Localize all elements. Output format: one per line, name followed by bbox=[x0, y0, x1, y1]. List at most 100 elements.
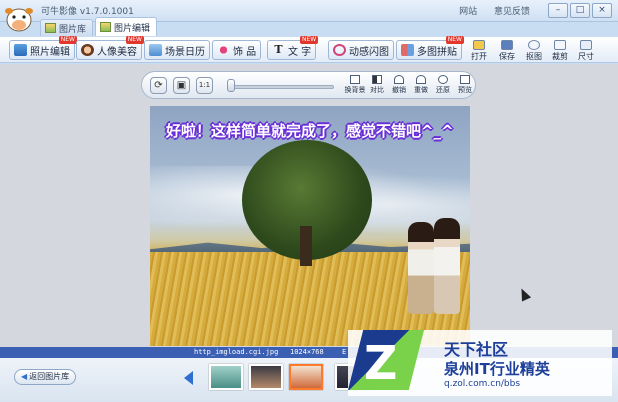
flash-animation-label: 动感闪图 bbox=[349, 46, 389, 58]
accessories-button[interactable]: 饰 品 bbox=[212, 40, 262, 60]
new-badge: NEW bbox=[445, 36, 464, 44]
back-to-library-label: 返回图片库 bbox=[29, 372, 70, 381]
new-badge: NEW bbox=[299, 36, 319, 44]
portrait-beauty-label: 人像美容 bbox=[97, 46, 137, 58]
feedback-link[interactable]: 意见反馈 bbox=[494, 7, 530, 17]
maximize-button[interactable]: □ bbox=[570, 3, 590, 18]
zoom-slider[interactable] bbox=[230, 85, 334, 89]
new-badge: NEW bbox=[125, 36, 144, 44]
rotate-icon: ⟳ bbox=[154, 80, 163, 91]
undo-button[interactable]: 撤销 bbox=[388, 75, 410, 95]
new-badge: NEW bbox=[58, 36, 77, 44]
zoom-slider-handle[interactable] bbox=[227, 79, 235, 92]
photo-edit-label: 照片编辑 bbox=[30, 46, 70, 58]
photo-person-right bbox=[434, 218, 460, 314]
close-button[interactable]: × bbox=[592, 3, 612, 18]
restore-button[interactable]: 还原 bbox=[432, 75, 454, 95]
photo-person-left bbox=[408, 222, 434, 314]
compare-icon bbox=[372, 75, 382, 84]
monitor-icon: ▣ bbox=[176, 80, 187, 91]
size-icon bbox=[580, 40, 592, 50]
back-arrow-icon: ◀ bbox=[21, 372, 28, 381]
watermark-line1: 天下社区 bbox=[444, 340, 509, 359]
redo-icon bbox=[416, 75, 426, 84]
compare-button[interactable]: 对比 bbox=[366, 75, 388, 95]
cutout-label: 抠图 bbox=[526, 52, 542, 61]
tab-library[interactable]: 图片库 bbox=[40, 19, 94, 36]
actual-size-icon: 1:1 bbox=[198, 81, 211, 89]
back-to-library-button[interactable]: ◀ 返回图片库 bbox=[14, 369, 77, 385]
open-button[interactable]: 打开 bbox=[466, 40, 492, 62]
text-button[interactable]: T 文 字 NEW bbox=[267, 36, 319, 60]
size-button[interactable]: 尺寸 bbox=[573, 40, 599, 62]
flash-animation-button[interactable]: 动感闪图 bbox=[328, 40, 394, 60]
restore-label: 还原 bbox=[436, 86, 450, 94]
text-icon: T bbox=[274, 43, 283, 56]
scene-icon bbox=[149, 44, 162, 56]
status-filename: http_imgload.cgi.jpg bbox=[194, 348, 279, 356]
edited-photo[interactable]: 好啦！这样简单就完成了，感觉不错吧^_^ bbox=[150, 106, 470, 346]
actual-size-button[interactable]: 1:1 bbox=[196, 77, 213, 94]
redo-label: 重做 bbox=[414, 86, 428, 94]
bow-icon bbox=[217, 44, 230, 56]
save-icon bbox=[501, 40, 513, 50]
compare-label: 对比 bbox=[370, 86, 384, 94]
collage-icon bbox=[401, 44, 414, 56]
save-button[interactable]: 保存 bbox=[494, 40, 520, 62]
preview-icon bbox=[460, 75, 470, 84]
change-background-button[interactable]: 换背景 bbox=[344, 75, 366, 95]
scene-calendar-button[interactable]: 场景日历 bbox=[144, 40, 210, 60]
crop-icon bbox=[554, 40, 566, 50]
edit-toolbar: ⟳ ▣ 1:1 换背景 对比 撤销 重做 还原 预览 bbox=[141, 71, 476, 99]
thumbnails-prev-arrow-icon[interactable] bbox=[184, 371, 193, 385]
zol-logo-letter: Z bbox=[364, 336, 398, 390]
thumbnail[interactable] bbox=[209, 364, 243, 390]
restore-icon bbox=[438, 75, 448, 84]
undo-label: 撤销 bbox=[392, 86, 406, 94]
image-library-icon bbox=[45, 23, 56, 33]
tab-bar: 图片库 图片编辑 bbox=[40, 17, 158, 36]
rotate-button[interactable]: ⟳ bbox=[150, 77, 167, 94]
preview-label: 预览 bbox=[458, 86, 472, 94]
change-background-label: 换背景 bbox=[344, 86, 366, 94]
photo-caption-text[interactable]: 好啦！这样简单就完成了，感觉不错吧^_^ bbox=[166, 120, 454, 141]
watermark-line2: 泉州IT行业精英 bbox=[444, 360, 550, 378]
text-label: 文 字 bbox=[288, 46, 312, 58]
tab-library-label: 图片库 bbox=[59, 24, 87, 35]
portrait-beauty-button[interactable]: 人像美容 NEW bbox=[76, 36, 144, 60]
app-logo-icon bbox=[4, 2, 34, 36]
tab-image-edit-label: 图片编辑 bbox=[114, 23, 151, 34]
undo-icon bbox=[394, 75, 404, 84]
photo-tree-trunk bbox=[300, 226, 312, 266]
crop-button[interactable]: 裁剪 bbox=[547, 40, 573, 62]
flash-icon bbox=[333, 44, 346, 56]
collage-button[interactable]: 多图拼贴 NEW bbox=[396, 36, 464, 60]
scene-calendar-label: 场景日历 bbox=[165, 46, 205, 58]
cutout-icon bbox=[528, 40, 540, 50]
status-dimensions: 1024×768 bbox=[290, 348, 324, 356]
watermark-url: q.zol.com.cn/bbs bbox=[444, 379, 521, 389]
thumbnail[interactable] bbox=[249, 364, 283, 390]
accessories-label: 饰 品 bbox=[233, 46, 257, 58]
open-icon bbox=[473, 40, 485, 50]
website-link[interactable]: 网站 bbox=[459, 7, 477, 17]
open-label: 打开 bbox=[471, 52, 487, 61]
cutout-button[interactable]: 抠图 bbox=[521, 40, 547, 62]
background-icon bbox=[350, 75, 360, 84]
thumbnail-selected[interactable] bbox=[289, 364, 323, 390]
status-extra: E bbox=[342, 348, 347, 356]
save-label: 保存 bbox=[499, 52, 515, 61]
main-toolbar: 照片编辑 NEW 人像美容 NEW 场景日历 饰 品 T 文 字 NEW 动感闪… bbox=[0, 36, 618, 63]
minimize-button[interactable]: – bbox=[548, 3, 568, 18]
fit-screen-button[interactable]: ▣ bbox=[173, 77, 190, 94]
photo-edit-icon bbox=[14, 44, 27, 56]
image-edit-icon bbox=[100, 22, 112, 32]
portrait-icon bbox=[81, 44, 94, 56]
watermark: Z 天下社区 泉州IT行业精英 q.zol.com.cn/bbs bbox=[348, 330, 612, 396]
size-label: 尺寸 bbox=[578, 52, 594, 61]
tab-image-edit[interactable]: 图片编辑 bbox=[95, 17, 158, 36]
redo-button[interactable]: 重做 bbox=[410, 75, 432, 95]
app-title: 可牛影像 v1.7.0.1001 bbox=[41, 7, 134, 17]
photo-edit-button[interactable]: 照片编辑 NEW bbox=[9, 36, 77, 60]
preview-button[interactable]: 预览 bbox=[454, 75, 476, 95]
